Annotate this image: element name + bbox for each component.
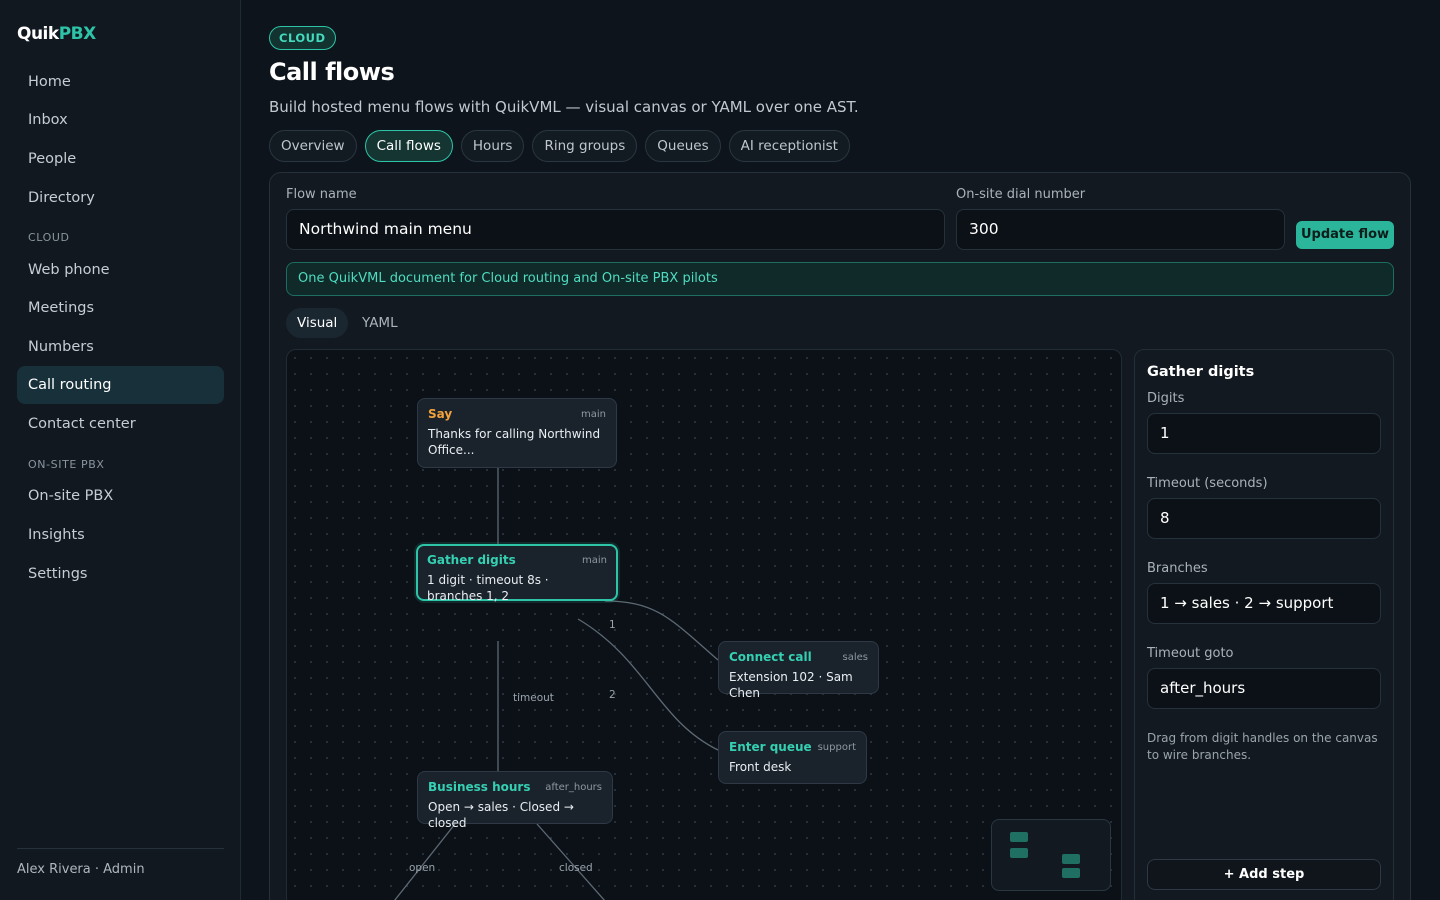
app-logo[interactable]: QuikPBX [17, 24, 96, 44]
flow-name-input[interactable]: Northwind main menu [286, 209, 945, 250]
digits-label: Digits [1147, 391, 1185, 406]
node-say-tag: main [581, 409, 606, 420]
node-gather-body: 1 digit · timeout 8s · branches 1, 2 [427, 573, 549, 603]
dial-number-input[interactable]: 300 [956, 209, 1285, 250]
flow-name-label: Flow name [286, 187, 357, 202]
tab-queues[interactable]: Queues [645, 130, 721, 162]
sidebar-item-meetings[interactable]: Meetings [17, 289, 224, 327]
sidebar-section-onsite: ON-SITE PBX [28, 458, 105, 471]
sidebar-item-web-phone[interactable]: Web phone [17, 251, 224, 289]
node-connect-call[interactable]: Connect call sales Extension 102 · Sam C… [718, 641, 879, 700]
branches-input[interactable]: 1 → sales · 2 → support [1147, 583, 1381, 624]
edge-label-timeout: timeout [513, 692, 554, 704]
node-queue-tag: support [817, 742, 856, 753]
minimap-node [1010, 832, 1028, 842]
user-account[interactable]: Alex Rivera · Admin [17, 862, 145, 877]
sidebar-item-home[interactable]: Home [17, 63, 224, 101]
sidebar-item-onsite-pbx[interactable]: On-site PBX [17, 477, 224, 515]
edge-gather-connect [604, 600, 719, 661]
sidebar-item-directory[interactable]: Directory [17, 179, 224, 217]
canvas-minimap[interactable] [991, 819, 1111, 891]
sidebar-item-inbox[interactable]: Inbox [17, 101, 224, 139]
page-subtitle: Build hosted menu flows with QuikVML — v… [269, 98, 859, 116]
node-hours-body: Open → sales · Closed → closed [428, 800, 574, 830]
logo-text-pbx: PBX [58, 24, 97, 44]
node-say[interactable]: Say main Thanks for calling Northwind Of… [417, 398, 617, 468]
node-say-title: Say [428, 407, 453, 421]
flow-canvas[interactable]: Say main Thanks for calling Northwind Of… [286, 349, 1122, 900]
mode-yaml-toggle[interactable]: YAML [351, 308, 409, 338]
page-title: Call flows [269, 58, 395, 86]
branches-label: Branches [1147, 561, 1208, 576]
node-gather-tag: main [582, 555, 607, 566]
tab-overview[interactable]: Overview [269, 130, 357, 162]
edge-label-closed: closed [559, 862, 593, 874]
add-step-button[interactable]: + Add step [1147, 859, 1381, 890]
sidebar-item-numbers[interactable]: Numbers [17, 328, 224, 366]
timeout-label: Timeout (seconds) [1147, 476, 1268, 491]
info-banner: One QuikVML document for Cloud routing a… [286, 262, 1394, 296]
tab-bar: Overview Call flows Hours Ring groups Qu… [269, 130, 850, 162]
edge-label-open: open [409, 862, 436, 874]
sidebar-item-call-routing[interactable]: Call routing [17, 366, 224, 404]
node-gather-title: Gather digits [427, 553, 516, 567]
sidebar-section-cloud: CLOUD [28, 231, 70, 244]
node-hours-tag: after_hours [545, 782, 602, 793]
node-gather-digits[interactable]: Gather digits main 1 digit · timeout 8s … [416, 544, 618, 603]
logo-text-quik: Quik [17, 24, 59, 44]
tab-hours[interactable]: Hours [460, 130, 525, 162]
sidebar-divider [17, 848, 224, 849]
timeout-goto-label: Timeout goto [1147, 646, 1234, 661]
node-connect-body: Extension 102 · Sam Chen [729, 670, 853, 700]
tab-call-flows[interactable]: Call flows [364, 130, 453, 162]
node-business-hours[interactable]: Business hours after_hours Open → sales … [417, 771, 613, 830]
edge-label-1: 1 [609, 619, 616, 631]
edge-layer [394, 468, 719, 900]
sidebar-item-settings[interactable]: Settings [17, 555, 224, 593]
inspector-title: Gather digits [1147, 364, 1255, 380]
timeout-input[interactable]: 8 [1147, 498, 1381, 539]
edge-label-2: 2 [609, 689, 616, 701]
node-connect-tag: sales [842, 652, 868, 663]
timeout-goto-input[interactable]: after_hours [1147, 668, 1381, 709]
sidebar-item-people[interactable]: People [17, 140, 224, 178]
update-flow-button[interactable]: Update flow [1296, 221, 1394, 249]
node-queue-body: Front desk [729, 760, 792, 774]
dial-number-label: On-site dial number [956, 187, 1086, 202]
sidebar-item-insights[interactable]: Insights [17, 516, 224, 554]
minimap-node [1062, 868, 1080, 878]
tab-ai-receptionist[interactable]: AI receptionist [728, 130, 850, 162]
mode-visual-toggle[interactable]: Visual [286, 308, 349, 338]
node-enter-queue[interactable]: Enter queue support Front desk [718, 731, 867, 784]
inspector-hint: Drag from digit handles on the canvas to… [1147, 731, 1378, 762]
minimap-node [1010, 848, 1028, 858]
sidebar-item-contact-center[interactable]: Contact center [17, 405, 224, 443]
node-inspector: Gather digits Digits 1 Timeout (seconds)… [1134, 349, 1394, 900]
digits-input[interactable]: 1 [1147, 413, 1381, 454]
minimap-node [1062, 854, 1080, 864]
edge-gather-queue [577, 618, 719, 751]
node-say-body: Thanks for calling Northwind Office... [428, 427, 601, 457]
tab-ring-groups[interactable]: Ring groups [532, 130, 638, 162]
cloud-badge: CLOUD [269, 26, 336, 50]
sidebar: QuikPBX Home Inbox People Directory CLOU… [0, 0, 241, 900]
